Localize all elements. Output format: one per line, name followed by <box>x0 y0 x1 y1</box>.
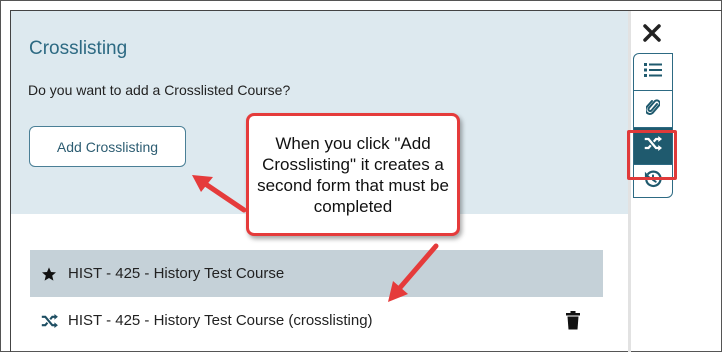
close-icon[interactable] <box>639 20 665 46</box>
course-row-primary[interactable]: HIST - 425 - History Test Course <box>30 250 603 297</box>
trash-icon[interactable] <box>565 311 581 330</box>
annotation-callout: When you click "Add Crosslisting" it cre… <box>246 113 460 236</box>
course-label: HIST - 425 - History Test Course (crossl… <box>68 312 373 329</box>
course-list: HIST - 425 - History Test Course HIST - … <box>30 250 603 344</box>
paperclip-icon <box>644 98 661 121</box>
sidebar-divider <box>628 11 631 352</box>
star-icon <box>40 265 58 283</box>
list-icon <box>644 62 662 82</box>
crosslisting-question: Do you want to add a Crosslisted Course? <box>28 82 291 98</box>
tool-attachments-button[interactable] <box>633 90 673 128</box>
add-crosslisting-button[interactable]: Add Crosslisting <box>29 126 186 167</box>
tool-list-button[interactable] <box>633 53 673 91</box>
course-row-crosslisting[interactable]: HIST - 425 - History Test Course (crossl… <box>30 297 603 344</box>
crosslisting-tool-highlight <box>627 130 677 180</box>
shuffle-icon <box>40 312 58 330</box>
course-label: HIST - 425 - History Test Course <box>68 265 285 282</box>
window-border-left <box>10 10 11 352</box>
panel-title: Crosslisting <box>29 38 128 59</box>
window-border-top <box>10 10 722 11</box>
